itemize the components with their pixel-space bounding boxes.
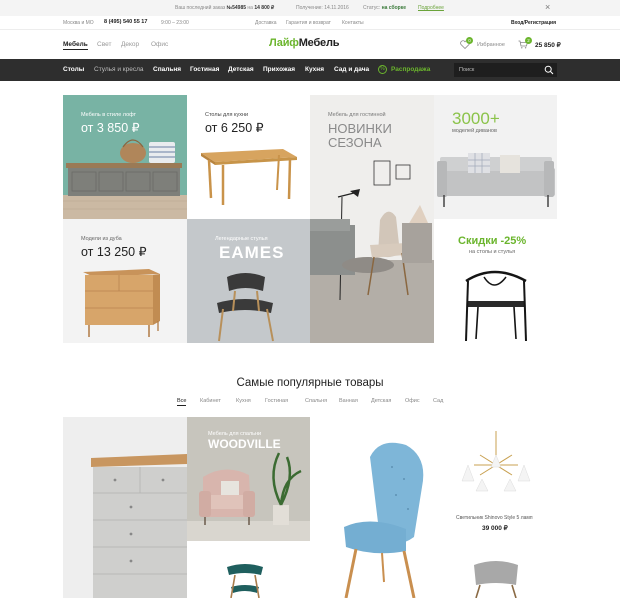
product-lamp[interactable]: Светильник Shinovo Style 5 ламп 39 000 ₽ <box>434 417 557 541</box>
filter-bathroom[interactable]: Ванная <box>339 398 358 404</box>
promo-discount[interactable]: Скидки -25% на столы и стулья <box>434 219 557 343</box>
kitchen-table-image <box>201 149 297 205</box>
filter-living-room[interactable]: Гостиная <box>265 398 288 404</box>
filter-bedroom[interactable]: Спальня <box>305 398 327 404</box>
link-warranty[interactable]: Гарантия и возврат <box>286 20 331 26</box>
lamp-price: 39 000 ₽ <box>482 525 508 532</box>
tab-light[interactable]: Свет <box>97 41 111 48</box>
site-header: Мебель Свет Декор Офис ЛайфМебель 0 Избр… <box>0 31 620 59</box>
teal-chair-image <box>227 564 263 598</box>
tab-decor[interactable]: Декор <box>121 41 139 48</box>
living-room-image <box>310 160 434 343</box>
eames-chair-image <box>217 273 274 342</box>
search-input[interactable] <box>459 65 539 75</box>
armchair-pink-image <box>187 452 310 541</box>
product-grey-chair[interactable] <box>434 541 557 598</box>
blue-armchair-image <box>344 442 424 598</box>
product-dresser[interactable] <box>63 417 187 598</box>
promo-oak[interactable]: Модели из дуба от 13 250 ₽ <box>63 219 187 343</box>
favorites-link[interactable]: Избранное <box>477 42 505 48</box>
filter-garden[interactable]: Сад <box>433 398 443 404</box>
filter-kitchen[interactable]: Кухня <box>236 398 251 404</box>
link-delivery[interactable]: Доставка <box>255 20 276 26</box>
product-chair-small[interactable] <box>187 541 310 598</box>
nav-sale[interactable]: Распродажа <box>391 66 430 73</box>
order-status: Статус: на сборке <box>363 5 406 11</box>
working-hours: 9:00 – 23:00 <box>161 20 189 26</box>
wishbone-chair-image <box>465 270 527 342</box>
lamp-name: Светильник Shinovo Style 5 ламп <box>456 515 533 521</box>
nav-kitchen[interactable]: Кухня <box>305 66 324 73</box>
region-selector[interactable]: Москва и МО <box>63 20 94 26</box>
promo-loft[interactable]: Мебель в стиле лофт от 3 850 ₽ <box>63 95 187 219</box>
filter-office[interactable]: Офис <box>405 398 420 404</box>
nav-tables[interactable]: Столы <box>63 66 84 73</box>
nav-garden[interactable]: Сад и дача <box>334 66 369 73</box>
chandelier-image <box>461 431 531 492</box>
sofa-image <box>437 153 555 207</box>
loft-bench-image <box>63 139 187 219</box>
filter-kids[interactable]: Детская <box>371 398 391 404</box>
popular-section-title: Самые популярные товары <box>236 377 384 389</box>
close-icon[interactable]: × <box>545 2 550 12</box>
product-blue-armchair[interactable] <box>310 417 434 598</box>
tab-furniture[interactable]: Мебель <box>63 41 88 50</box>
grey-chair-image <box>474 561 518 598</box>
product-woodville[interactable]: Мебель для спальни WOODVILLE <box>187 417 310 541</box>
nav-bedroom[interactable]: Спальня <box>153 66 181 73</box>
order-info-bar: Ваш последний заказ №54985 на 14 800 ₽ П… <box>0 0 620 16</box>
link-contacts[interactable]: Контакты <box>342 20 364 26</box>
phone-number[interactable]: 8 (495) 540 55 17 <box>104 19 147 25</box>
promo-sofas[interactable]: 3000+ моделей диванов <box>434 95 557 219</box>
search-icon[interactable] <box>544 65 554 75</box>
favorites-count-badge: 0 <box>466 37 473 44</box>
cart-count-badge: 2 <box>525 37 532 44</box>
delivery-info: Получение: 14.11.2016 <box>296 5 349 11</box>
nav-hallway[interactable]: Прихожая <box>263 66 295 73</box>
tab-office[interactable]: Офис <box>151 41 168 48</box>
filter-study[interactable]: Кабинет <box>200 398 221 404</box>
promo-eames[interactable]: Легендарные стулья EAMES <box>187 219 310 343</box>
search-box <box>454 63 557 77</box>
nav-chairs[interactable]: Стулья и кресла <box>94 66 144 73</box>
oak-chest-image <box>83 269 160 337</box>
site-logo[interactable]: ЛайфМебель <box>269 37 340 49</box>
order-details-link[interactable]: Подробнее <box>418 5 444 11</box>
cart-total[interactable]: 25 850 ₽ <box>535 41 561 49</box>
promo-kitchen-tables[interactable]: Столы для кухни от 6 250 ₽ <box>187 95 310 219</box>
last-order-info: Ваш последний заказ №54985 на 14 800 ₽ <box>175 5 275 11</box>
promo-living-room[interactable]: Мебель для гостинной НОВИНКИ СЕЗОНА <box>310 95 434 343</box>
percent-icon: % <box>378 65 387 74</box>
dresser-image <box>91 454 187 598</box>
contacts-row: Москва и МО 8 (495) 540 55 17 9:00 – 23:… <box>0 16 620 30</box>
main-nav: Столы Стулья и кресла Спальня Гостиная Д… <box>0 59 620 81</box>
nav-living-room[interactable]: Гостиная <box>190 66 219 73</box>
nav-kids[interactable]: Детская <box>228 66 254 73</box>
filter-all[interactable]: Все <box>177 398 187 406</box>
login-link[interactable]: Вход/Регистрация <box>511 20 556 26</box>
